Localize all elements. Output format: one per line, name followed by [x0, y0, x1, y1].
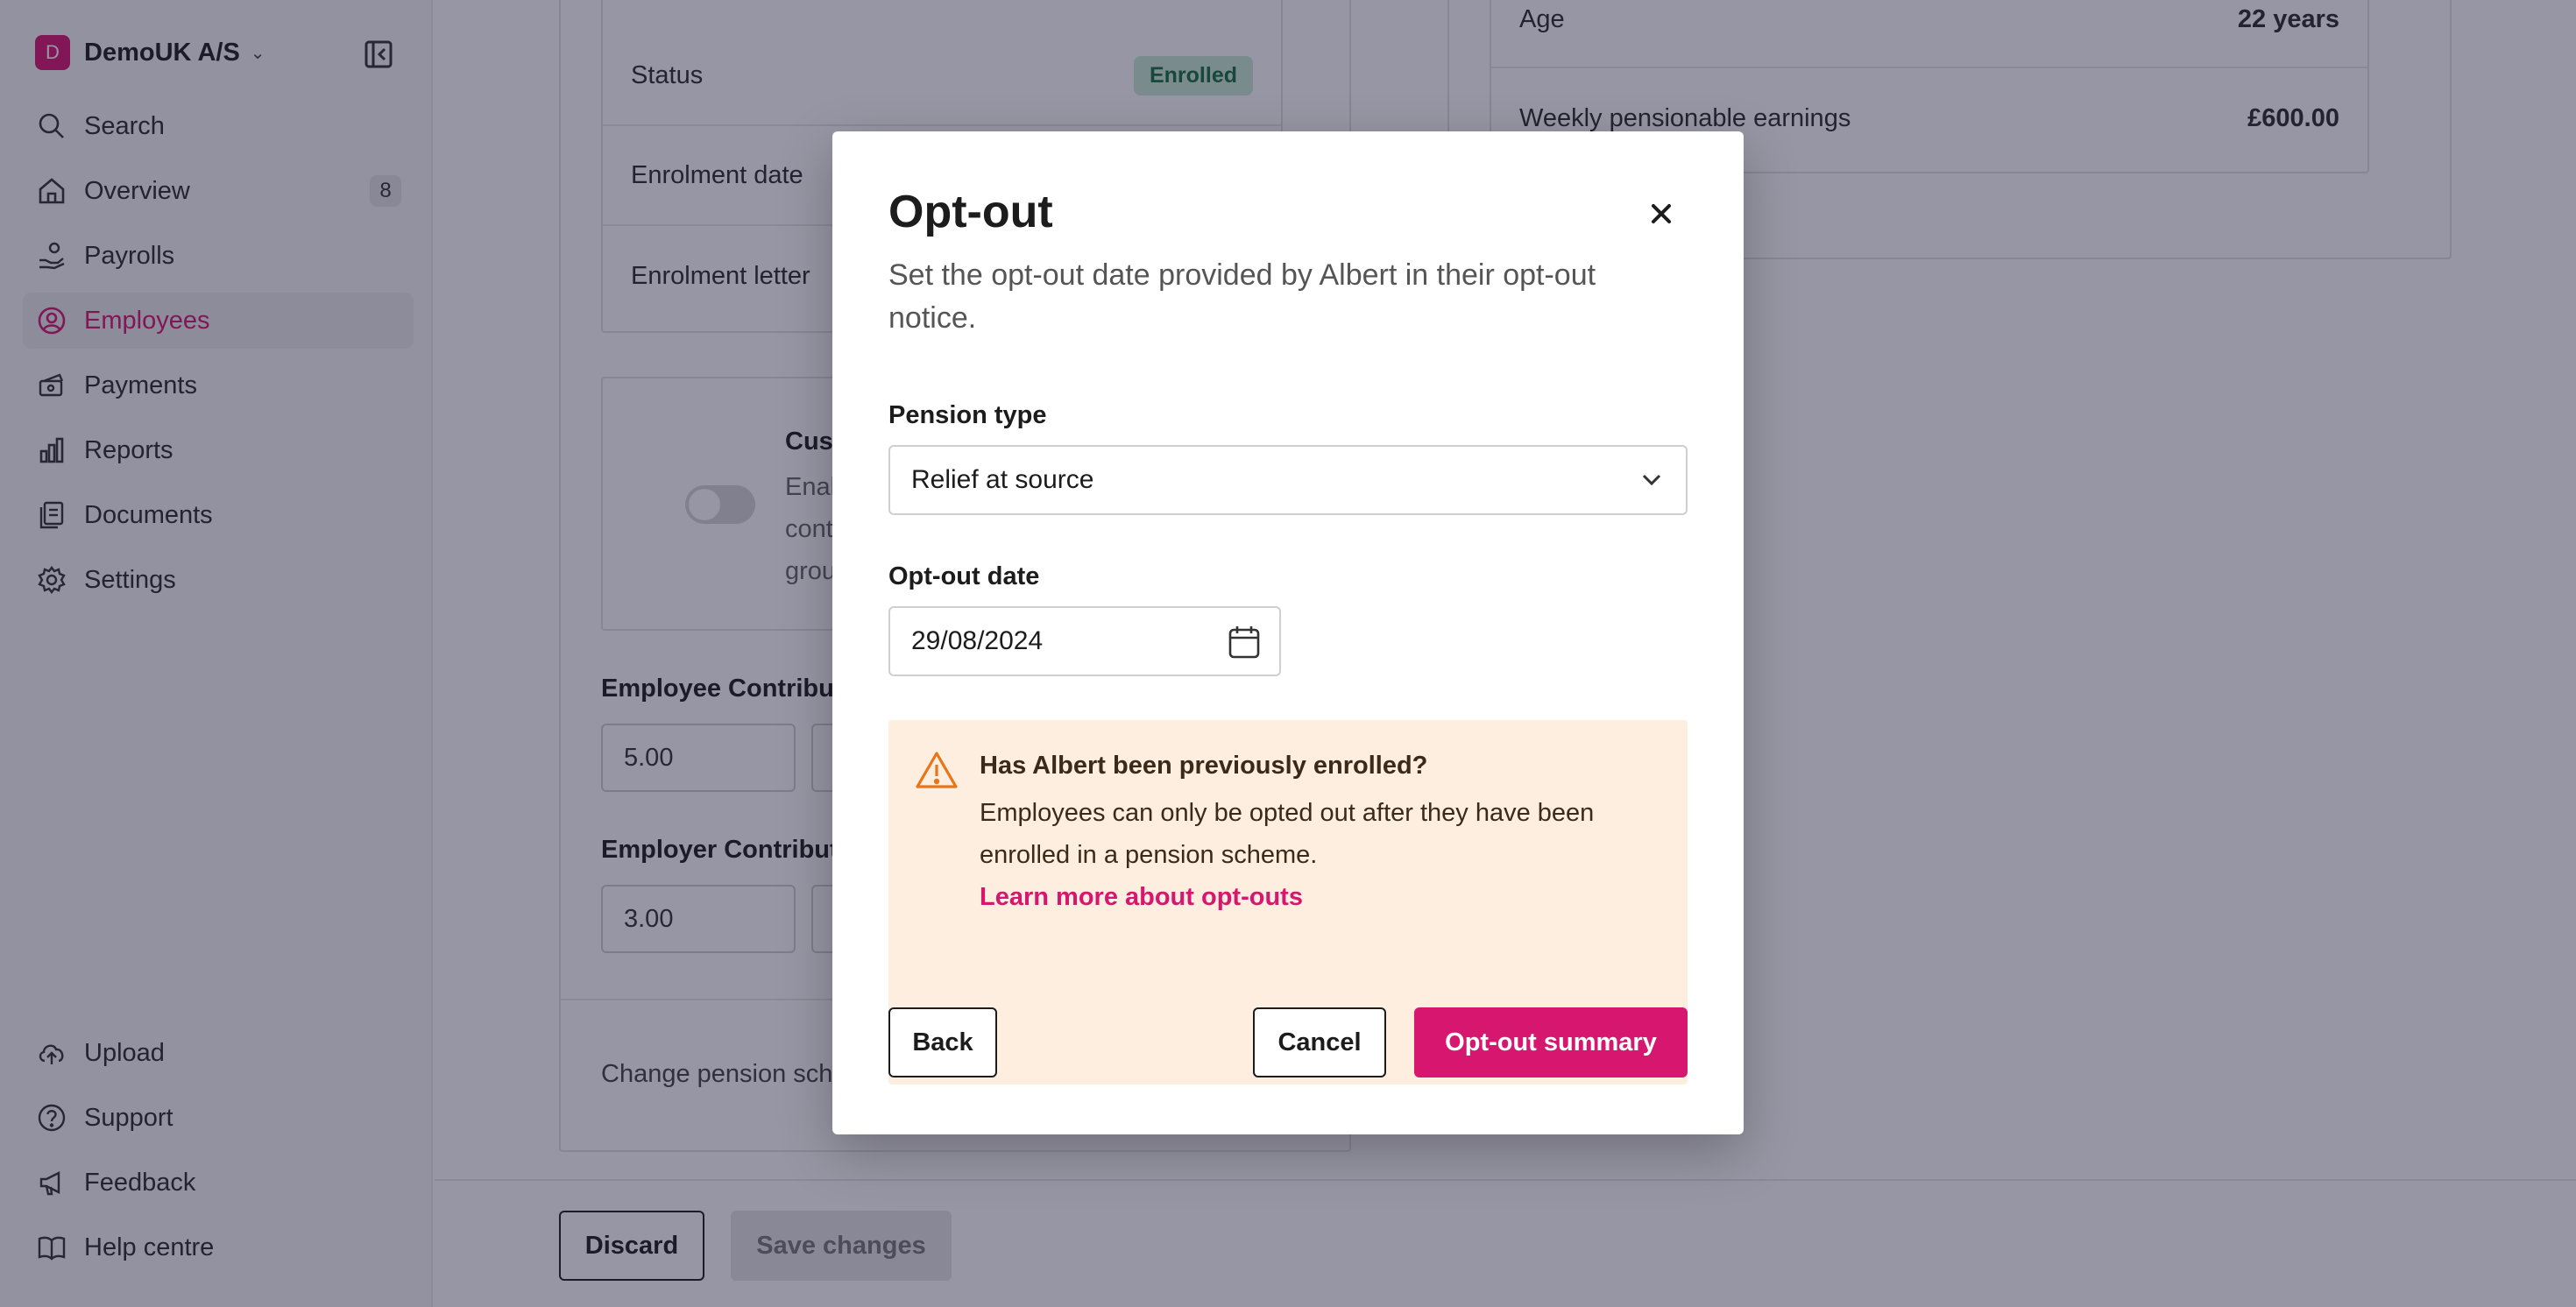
opt-out-date-label: Opt-out date	[888, 562, 1040, 590]
pension-type-value: Relief at source	[911, 465, 1094, 494]
warning-text: Employees can only be opted out after th…	[980, 799, 1595, 869]
pension-type-label: Pension type	[888, 401, 1047, 429]
dialog-subtitle: Set the opt-out date provided by Albert …	[888, 258, 1596, 335]
close-icon[interactable]	[1642, 194, 1681, 233]
learn-more-link[interactable]: Learn more about opt-outs	[980, 883, 1303, 912]
warning-title: Has Albert been previously enrolled?	[980, 752, 1428, 780]
warning-icon	[916, 752, 958, 788]
opt-out-date-input[interactable]: 29/08/2024	[888, 606, 1281, 676]
pension-type-select[interactable]: Relief at source	[888, 445, 1688, 515]
opt-out-summary-button[interactable]: Opt-out summary	[1414, 1007, 1688, 1077]
back-button[interactable]: Back	[888, 1007, 997, 1077]
opt-out-date-value: 29/08/2024	[911, 626, 1044, 655]
opt-out-dialog: Opt-out Set the opt-out date provided by…	[832, 131, 1744, 1134]
calendar-icon[interactable]	[1227, 624, 1262, 661]
dialog-title: Opt-out	[888, 187, 1053, 237]
chevron-down-icon	[1642, 474, 1661, 486]
cancel-button[interactable]: Cancel	[1253, 1007, 1386, 1077]
